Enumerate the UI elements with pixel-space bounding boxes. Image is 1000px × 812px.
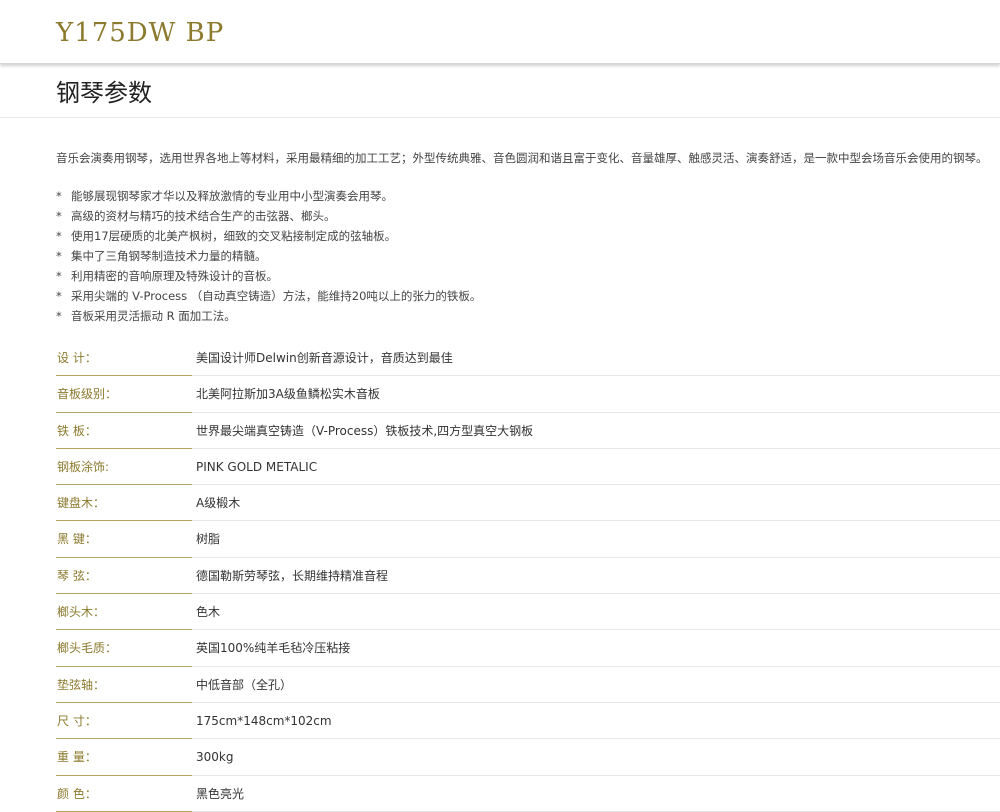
spec-value: 英国100%纯羊毛毡冷压粘接: [196, 641, 351, 656]
spec-label: 铁 板：: [57, 423, 97, 438]
feature-text: 采用尖端的 V-Process （自动真空铸造）方法，能维持20吨以上的张力的铁…: [71, 289, 482, 303]
feature-text: 集中了三角钢琴制造技术力量的精髓。: [71, 249, 267, 263]
spec-label: 钢板涂饰:: [57, 459, 110, 474]
spec-label: 琴 弦：: [57, 568, 97, 583]
bullet-star: *: [56, 289, 62, 303]
spec-value: 德国勒斯劳琴弦，长期维持精准音程: [196, 568, 389, 583]
bullet-star: *: [56, 229, 62, 243]
model-title: Y175DW BP: [56, 18, 225, 48]
spec-label: 颜 色：: [57, 786, 97, 801]
page-header: Y175DW BP: [0, 0, 1000, 64]
spec-value: 175cm*148cm*102cm: [196, 713, 332, 728]
spec-value: 黑色亮光: [196, 786, 245, 801]
spec-label: 榔头毛质：: [57, 641, 118, 656]
spec-row: 钢板涂饰: PINK GOLD METALIC: [56, 449, 1000, 486]
bullet-star: *: [56, 269, 62, 283]
bullet-star: *: [56, 309, 62, 323]
spec-row: 铁 板： 世界最尖端真空铸造（V-Process）铁板技术,四方型真空大钢板: [56, 413, 1000, 449]
intro-paragraph: 音乐会演奏用钢琴，选用世界各地上等材料，采用最精细的加工工艺；外型传统典雅、音色…: [56, 151, 988, 165]
feature-text: 能够展现钢琴家才华以及释放激情的专业用中小型演奏会用琴。: [71, 189, 393, 203]
spec-label: 尺 寸：: [57, 713, 97, 728]
spec-value: 中低音部（全孔）: [196, 677, 293, 692]
spec-value: 树脂: [196, 532, 221, 547]
spec-row: 榔头毛质： 英国100%纯羊毛毡冷压粘接: [56, 630, 1000, 667]
spec-value: 300kg: [196, 750, 234, 765]
spec-table: 设 计： 美国设计师Delwin创新音源设计，音质达到最佳 音板级别： 北美阿拉…: [56, 340, 1000, 812]
spec-row: 重 量： 300kg: [56, 739, 1000, 776]
feature-text: 高级的资材与精巧的技术结合生产的击弦器、榔头。: [71, 209, 336, 223]
spec-row: 键盘木： A级椴木: [56, 485, 1000, 522]
bullet-star: *: [56, 189, 62, 203]
feature-text: 使用17层硬质的北美产枫树，细致的交叉粘接制定成的弦轴板。: [71, 229, 397, 243]
feature-list: * 能够展现钢琴家才华以及释放激情的专业用中小型演奏会用琴。 * 高级的资材与精巧的…: [56, 186, 481, 326]
spec-row: 榔头木： 色木: [56, 594, 1000, 631]
spec-value: A级椴木: [196, 496, 241, 511]
spec-label: 垫弦轴：: [57, 677, 106, 692]
feature-item: * 高级的资材与精巧的技术结合生产的击弦器、榔头。: [56, 206, 481, 226]
spec-label: 榔头木：: [57, 605, 106, 620]
spec-label: 设 计：: [57, 351, 97, 365]
spec-label: 黑 键：: [57, 532, 97, 547]
spec-row: 黑 键： 树脂: [56, 521, 1000, 558]
spec-value: 世界最尖端真空铸造（V-Process）铁板技术,四方型真空大钢板: [196, 423, 534, 438]
bullet-star: *: [56, 209, 62, 223]
spec-value: 北美阿拉斯加3A级鱼鳞松实木音板: [196, 387, 380, 402]
feature-item: * 使用17层硬质的北美产枫树，细致的交叉粘接制定成的弦轴板。: [56, 226, 481, 246]
spec-row: 尺 寸： 175cm*148cm*102cm: [56, 703, 1000, 740]
spec-row: 设 计： 美国设计师Delwin创新音源设计，音质达到最佳: [56, 340, 1000, 377]
bullet-star: *: [56, 249, 62, 263]
spec-row: 音板级别： 北美阿拉斯加3A级鱼鳞松实木音板: [56, 376, 1000, 413]
section-title: 钢琴参数: [56, 79, 152, 107]
feature-item: * 能够展现钢琴家才华以及释放激情的专业用中小型演奏会用琴。: [56, 186, 481, 206]
spec-value: 美国设计师Delwin创新音源设计，音质达到最佳: [196, 351, 453, 365]
spec-row: 琴 弦： 德国勒斯劳琴弦，长期维持精准音程: [56, 558, 1000, 595]
feature-text: 利用精密的音响原理及特殊设计的音板。: [71, 269, 278, 283]
spec-label: 重 量：: [57, 750, 97, 765]
feature-item: * 采用尖端的 V-Process （自动真空铸造）方法，能维持20吨以上的张力的…: [56, 286, 481, 306]
spec-label: 键盘木：: [57, 496, 106, 511]
feature-item: * 音板采用灵活振动 R 面加工法。: [56, 306, 481, 326]
feature-item: * 集中了三角钢琴制造技术力量的精髓。: [56, 246, 481, 266]
spec-label: 音板级别：: [57, 387, 118, 402]
spec-value: PINK GOLD METALIC: [196, 459, 318, 474]
feature-text: 音板采用灵活振动 R 面加工法。: [71, 309, 236, 323]
section-divider: [0, 117, 1000, 118]
spec-row: 颜 色： 黑色亮光: [56, 776, 1000, 812]
spec-value: 色木: [196, 605, 221, 620]
spec-row: 垫弦轴： 中低音部（全孔）: [56, 667, 1000, 703]
feature-item: * 利用精密的音响原理及特殊设计的音板。: [56, 266, 481, 286]
